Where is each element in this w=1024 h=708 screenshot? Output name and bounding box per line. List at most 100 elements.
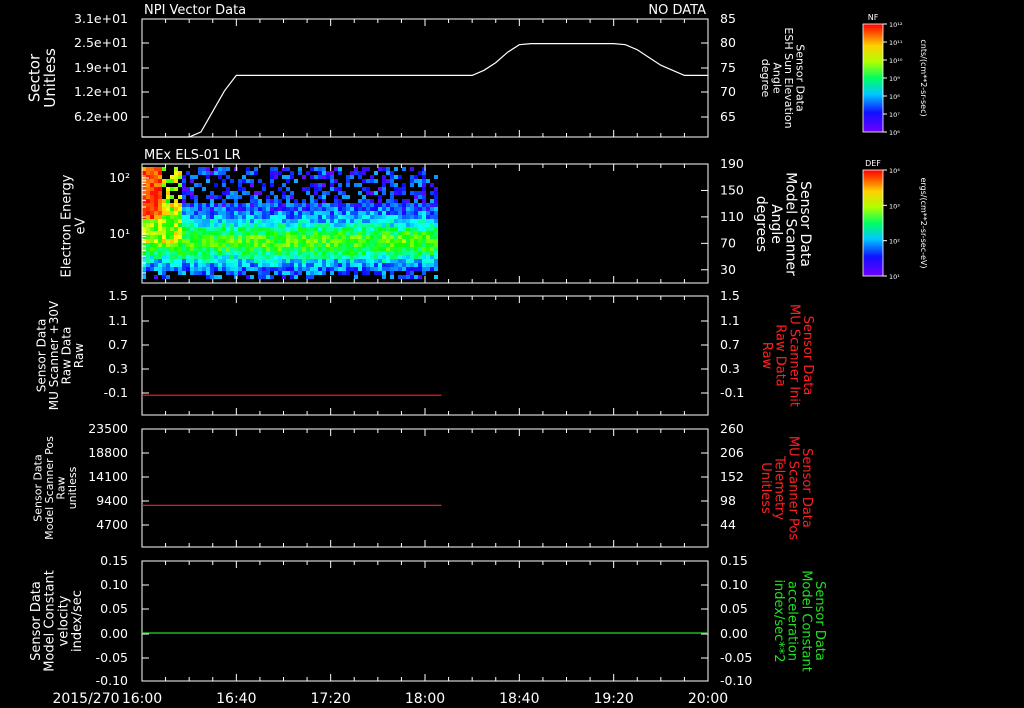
spectrogram-cell (270, 263, 274, 267)
spectrogram-cell (382, 251, 386, 255)
spectrogram-cell (274, 239, 278, 243)
spectrogram-cell (362, 243, 366, 247)
spectrogram-cell (318, 247, 322, 251)
spectrogram-cell (206, 195, 210, 199)
spectrogram-cell (318, 167, 322, 171)
spectrogram-cell (426, 215, 430, 219)
spectrogram-cell (206, 243, 210, 247)
spectrogram-cell (334, 195, 338, 199)
spectrogram-cell (142, 223, 146, 227)
spectrogram-cell (234, 223, 238, 227)
spectrogram-cell (370, 235, 374, 239)
spectrogram-cell (330, 223, 334, 227)
spectrogram-cell (362, 187, 366, 191)
spectrogram-cell (218, 255, 222, 259)
spectrogram-cell (346, 247, 350, 251)
spectrogram-cell (182, 263, 186, 267)
spectrogram-cell (274, 271, 278, 275)
spectrogram-cell (250, 219, 254, 223)
spectrogram-cell (330, 183, 334, 187)
spectrogram-cell (198, 227, 202, 231)
spectrogram-cell (414, 231, 418, 235)
spectrogram-cell (414, 175, 418, 179)
spectrogram-cell (194, 203, 198, 207)
spectrogram-cell (142, 255, 146, 259)
spectrogram-cell (194, 251, 198, 255)
spectrogram-cell (154, 203, 158, 207)
spectrogram-cell (402, 259, 406, 263)
spectrogram-cell (346, 231, 350, 235)
spectrogram-cell (306, 263, 310, 267)
spectrogram-cell (434, 267, 438, 271)
colorbar-tick-label: 10⁶ (889, 129, 900, 137)
spectrogram-cell (182, 219, 186, 223)
spectrogram-cell (418, 207, 422, 211)
spectrogram-cell (274, 267, 278, 271)
spectrogram-cell (174, 247, 178, 251)
spectrogram-cell (318, 271, 322, 275)
spectrogram-cell (430, 215, 434, 219)
spectrogram-cell (158, 251, 162, 255)
spectrogram-cell (334, 255, 338, 259)
spectrogram-cell (150, 207, 154, 211)
spectrogram-cell (306, 239, 310, 243)
spectrogram-cell (302, 219, 306, 223)
spectrogram-cell (306, 267, 310, 271)
spectrogram-cell (398, 263, 402, 267)
spectrogram-cell (274, 263, 278, 267)
spectrogram-cell (390, 243, 394, 247)
spectrogram-cell (214, 231, 218, 235)
spectrogram-cell (434, 235, 438, 239)
spectrogram-cell (266, 271, 270, 275)
spectrogram-cell (394, 183, 398, 187)
spectrogram-cell (170, 255, 174, 259)
spectrogram-cell (434, 207, 438, 211)
spectrogram-cell (174, 203, 178, 207)
spectrogram-cell (334, 167, 338, 171)
spectrogram-cell (154, 171, 158, 175)
spectrogram-cell (258, 251, 262, 255)
spectrogram-cell (414, 243, 418, 247)
spectrogram-cell (190, 227, 194, 231)
spectrogram-cell (402, 267, 406, 271)
spectrogram-cell (250, 199, 254, 203)
spectrogram-cell (218, 231, 222, 235)
spectrogram-cell (202, 167, 206, 171)
spectrogram-cell (414, 259, 418, 263)
spectrogram-cell (182, 179, 186, 183)
spectrogram-cell (294, 179, 298, 183)
spectrogram-cell (350, 219, 354, 223)
spectrogram-cell (310, 183, 314, 187)
spectrogram-cell (194, 199, 198, 203)
spectrogram-cell (330, 255, 334, 259)
spectrogram-cell (422, 195, 426, 199)
spectrogram-cell (402, 203, 406, 207)
spectrogram-cell (338, 223, 342, 227)
spectrogram-cell (406, 215, 410, 219)
spectrogram-cell (198, 259, 202, 263)
spectrogram-cell (434, 239, 438, 243)
y-tick-label: 0.00 (720, 626, 748, 641)
spectrogram-cell (234, 191, 238, 195)
spectrogram-cell (162, 271, 166, 275)
spectrogram-cell (282, 251, 286, 255)
spectrogram-cell (246, 223, 250, 227)
spectrogram-cell (198, 231, 202, 235)
spectrogram-cell (366, 263, 370, 267)
spectrogram-cell (294, 247, 298, 251)
spectrogram-cell (238, 251, 242, 255)
spectrogram-cell (314, 255, 318, 259)
spectrogram-cell (226, 215, 230, 219)
y-tick-label: 80 (720, 35, 736, 50)
spectrogram-cell (314, 223, 318, 227)
spectrogram-cell (234, 203, 238, 207)
spectrogram-cell (262, 223, 266, 227)
spectrogram-cell (386, 203, 390, 207)
spectrogram-cell (238, 203, 242, 207)
spectrogram-cell (218, 267, 222, 271)
spectrogram-cell (326, 243, 330, 247)
spectrogram-cell (286, 247, 290, 251)
spectrogram-cell (190, 271, 194, 275)
spectrogram-cell (406, 247, 410, 251)
spectrogram-cell (402, 191, 406, 195)
